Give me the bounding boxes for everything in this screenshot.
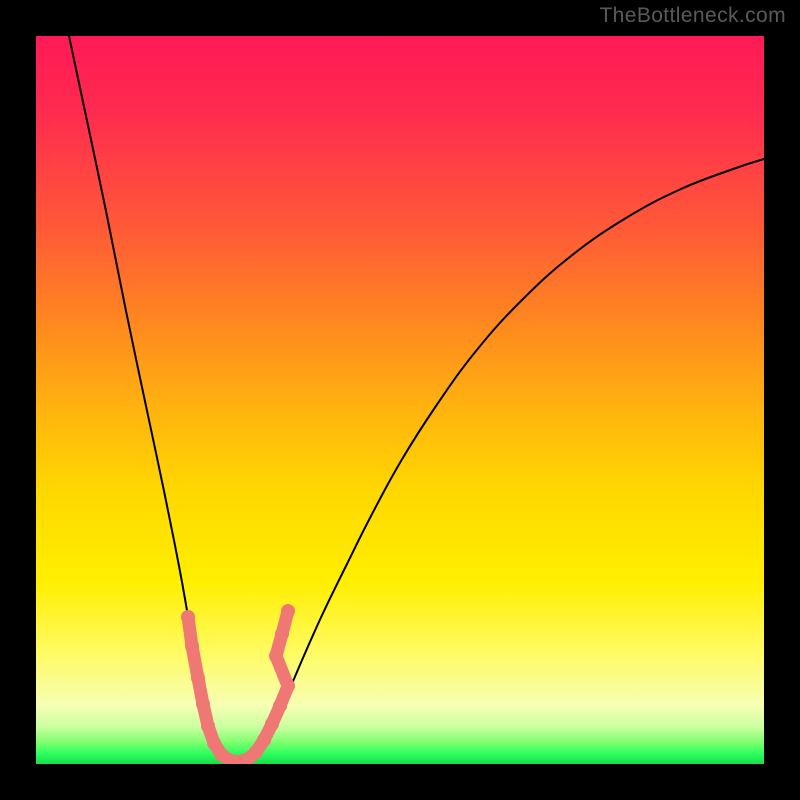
plot-area xyxy=(36,36,764,764)
marker-dot xyxy=(249,745,263,759)
marker-dot xyxy=(191,671,205,685)
marker-dot xyxy=(181,610,195,624)
watermark-text: TheBottleneck.com xyxy=(599,4,786,28)
marker-dot xyxy=(196,697,210,711)
marker-dot xyxy=(281,679,295,693)
marker-dot xyxy=(273,699,287,713)
marker-dot xyxy=(265,717,279,731)
near-optimum-markers xyxy=(181,604,295,764)
marker-dot xyxy=(281,604,295,618)
marker-dot xyxy=(185,639,199,653)
bottleneck-chart xyxy=(36,36,764,764)
chart-frame: TheBottleneck.com xyxy=(0,0,800,800)
marker-dot xyxy=(275,627,289,641)
marker-dot xyxy=(201,719,215,733)
bottleneck-curve xyxy=(69,36,764,762)
marker-dot xyxy=(269,649,283,663)
marker-dot xyxy=(257,733,271,747)
